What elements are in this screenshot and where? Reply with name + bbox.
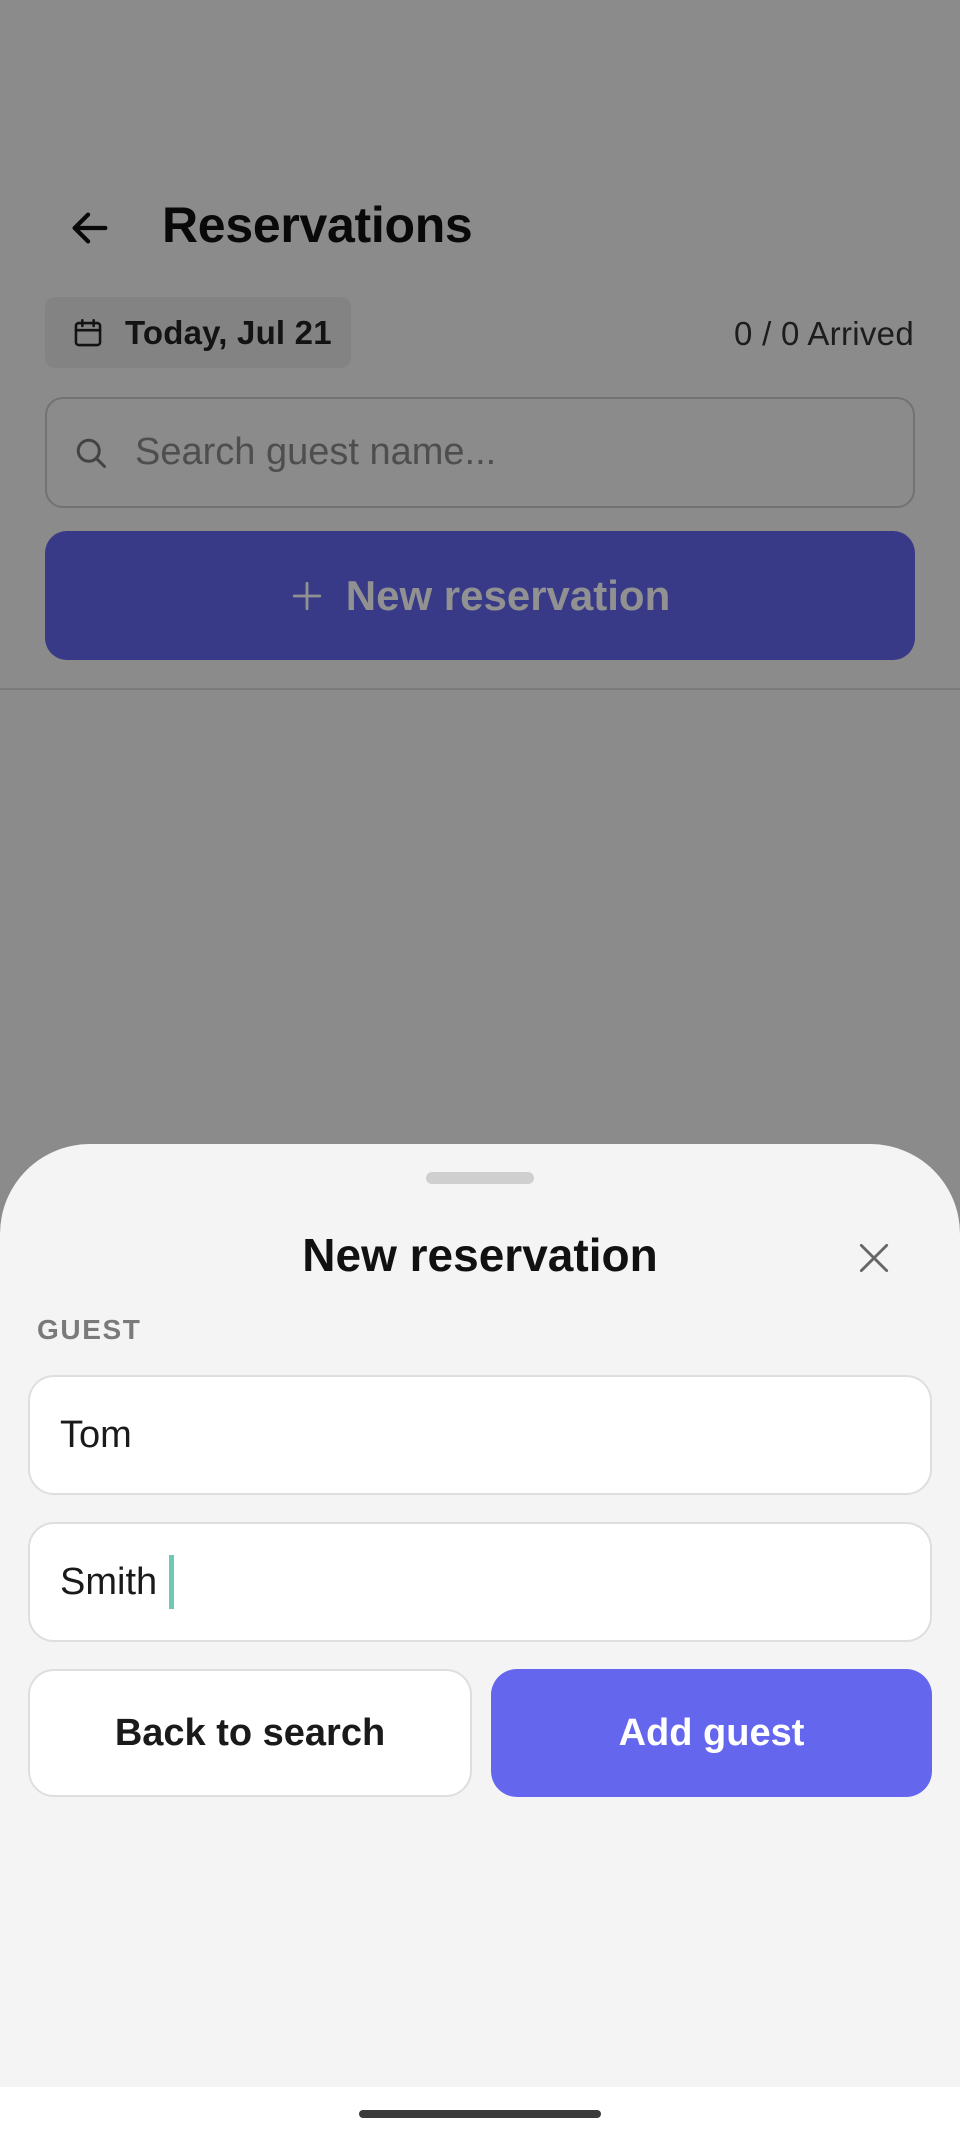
add-guest-button[interactable]: Add guest bbox=[491, 1669, 932, 1797]
home-indicator[interactable] bbox=[359, 2110, 601, 2118]
new-reservation-sheet: New reservation GUEST Tom Smith Back to … bbox=[0, 1144, 960, 2087]
first-name-field[interactable]: Tom bbox=[28, 1375, 932, 1495]
screen: Reservations Today, Jul 21 0 / 0 Arrived bbox=[0, 0, 960, 2142]
back-to-search-button[interactable]: Back to search bbox=[28, 1669, 472, 1797]
system-navigation-bar bbox=[0, 2087, 960, 2142]
close-button[interactable] bbox=[852, 1236, 896, 1280]
drag-handle[interactable] bbox=[426, 1172, 534, 1184]
sheet-title: New reservation bbox=[302, 1229, 658, 1281]
guest-section-label: GUEST bbox=[37, 1314, 142, 1345]
first-name-value: Tom bbox=[60, 1413, 132, 1456]
last-name-field[interactable]: Smith bbox=[28, 1522, 932, 1642]
text-caret bbox=[169, 1555, 175, 1609]
last-name-value: Smith bbox=[60, 1560, 158, 1603]
close-icon bbox=[859, 1243, 889, 1273]
